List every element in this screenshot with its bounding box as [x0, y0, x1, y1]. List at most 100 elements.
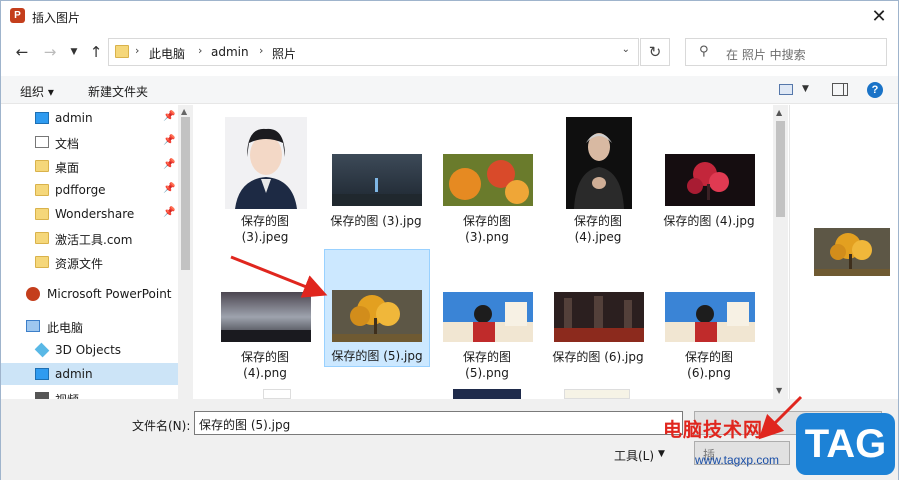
file-item-selected[interactable]: 保存的图 (5).jpg [324, 249, 430, 367]
pin-icon: 📌 [163, 111, 176, 122]
file-grid: 保存的图 (3).jpeg 保存的图 (3).jpg 保存的图 (3).png [193, 105, 773, 399]
sidebar-item-label: Microsoft PowerPoint [47, 287, 172, 301]
sidebar-item-powerpoint[interactable]: Microsoft PowerPoint [1, 283, 178, 305]
new-folder-button[interactable]: 新建文件夹 [88, 83, 148, 100]
recent-locations-chevron-icon[interactable]: ▼ [65, 43, 83, 61]
preview-pane-icon[interactable] [832, 83, 848, 96]
change-view-icon[interactable] [779, 84, 793, 95]
file-item[interactable]: 保存的图 (4).jpg [657, 113, 763, 231]
tools-chevron-icon[interactable]: ▼ [658, 449, 665, 459]
file-name-ext: (6).png [687, 366, 731, 380]
chevron-right-icon: › [135, 44, 140, 57]
file-name: 保存的图 [684, 350, 733, 364]
dialog-footer: 文件名(N): 保存的图 (5).jpg 工具(L) ▼ 插 [1, 399, 898, 480]
up-arrow-icon[interactable]: ↑ [87, 43, 105, 61]
sidebar-item-videos[interactable]: 视频 [1, 387, 178, 399]
sidebar-item-label: 此电脑 [47, 321, 84, 335]
watermark-site-name: 电脑技术网 [663, 419, 764, 441]
watermark-url: www.tagxp.com [695, 453, 780, 467]
image-thumbnail [665, 292, 755, 342]
file-name: 保存的图 [573, 214, 622, 228]
filename-field[interactable]: 保存的图 (5).jpg [194, 411, 683, 435]
sidebar-item-label: 3D Objects [55, 343, 122, 357]
tools-button[interactable]: 工具(L) [614, 447, 654, 464]
help-icon[interactable]: ? [867, 82, 883, 98]
file-name: 保存的图 (4).jpg [663, 214, 755, 228]
file-item[interactable]: 保存的图 (6).png [657, 249, 763, 380]
breadcrumb-item[interactable]: admin [211, 45, 249, 59]
file-name: 保存的图 (3).jpg [330, 214, 422, 228]
filename-label: 文件名(N): [132, 419, 191, 433]
insert-picture-dialog: P 插入图片 ✕ ← → ▼ ↑ › 此电脑 › admin › 照片 ⌄ ↻ … [0, 0, 899, 480]
file-name-ext: (5).png [465, 366, 509, 380]
chevron-right-icon: › [259, 44, 264, 57]
file-item[interactable]: 保存的图 (4).png [213, 249, 319, 380]
close-icon[interactable]: ✕ [868, 5, 890, 27]
partial-thumbnail[interactable] [453, 389, 521, 399]
file-item[interactable]: 保存的图 (6).jpg [546, 249, 652, 367]
desktop-icon [35, 368, 49, 380]
sidebar-item-this-pc[interactable]: 此电脑 [1, 315, 178, 337]
image-thumbnail [566, 117, 632, 209]
scrollbar-thumb[interactable] [776, 121, 785, 217]
file-name: 保存的图 (5).jpg [331, 349, 423, 363]
sidebar-item-documents[interactable]: 文档 📌 [1, 131, 178, 153]
sidebar-item-3d-objects[interactable]: 3D Objects [1, 339, 178, 361]
sidebar-item-pdfforge[interactable]: pdfforge 📌 [1, 179, 178, 201]
chevron-right-icon: › [198, 44, 203, 57]
scroll-up-icon[interactable]: ▲ [776, 108, 782, 117]
file-item[interactable]: 保存的图 (5).png [435, 249, 541, 380]
scrollbar-thumb[interactable] [181, 117, 190, 270]
image-thumbnail [225, 117, 307, 209]
view-options-chevron-icon[interactable]: ▼ [802, 84, 809, 94]
file-item[interactable]: 保存的图 (3).jpg [324, 113, 430, 231]
pin-icon: 📌 [163, 183, 176, 194]
sidebar-item-wondershare[interactable]: Wondershare 📌 [1, 203, 178, 225]
image-thumbnail [443, 292, 533, 342]
file-name: 保存的图 (6).jpg [552, 350, 644, 364]
sidebar-item-admin[interactable]: admin 📌 [1, 107, 178, 129]
file-item[interactable]: 保存的图 (4).jpeg [546, 113, 652, 244]
folder-icon [35, 232, 49, 244]
folder-icon [115, 45, 129, 58]
file-grid-scrollbar[interactable]: ▲ ▼ [773, 105, 788, 399]
search-box[interactable]: ⚲ 在 照片 中搜索 [685, 38, 887, 66]
folder-icon [35, 160, 49, 172]
sidebar-item-activation-tools[interactable]: 激活工具.com [1, 227, 178, 249]
file-name: 保存的图 [240, 214, 289, 228]
partial-thumbnail[interactable] [564, 389, 630, 399]
address-bar[interactable]: › 此电脑 › admin › 照片 ⌄ [108, 38, 639, 66]
pin-icon: 📌 [163, 207, 176, 218]
sidebar-item-desktop[interactable]: 桌面 📌 [1, 155, 178, 177]
pin-icon: 📌 [163, 159, 176, 170]
pin-icon: 📌 [163, 135, 176, 146]
image-thumbnail [332, 290, 422, 342]
file-name: 保存的图 [462, 350, 511, 364]
sidebar-item-admin-selected[interactable]: admin [1, 363, 178, 385]
organize-button[interactable]: 组织 ▾ [20, 83, 54, 100]
desktop-icon [35, 112, 49, 124]
file-item[interactable]: 保存的图 (3).jpeg [213, 113, 319, 244]
image-thumbnail [554, 292, 644, 342]
back-arrow-icon[interactable]: ← [13, 43, 31, 61]
partial-thumbnail[interactable] [263, 389, 291, 399]
file-name-ext: (3).jpeg [241, 230, 289, 244]
chevron-down-icon[interactable]: ⌄ [622, 44, 630, 55]
dialog-title: 插入图片 [32, 11, 81, 25]
forward-arrow-icon[interactable]: → [41, 43, 59, 61]
title-bar: P 插入图片 ✕ [1, 1, 898, 32]
sidebar-item-resources[interactable]: 资源文件 [1, 251, 178, 273]
file-item[interactable]: 保存的图 (3).png [435, 113, 541, 244]
sidebar-item-label: admin [55, 367, 93, 381]
breadcrumb-item[interactable]: 此电脑 [149, 45, 185, 62]
sidebar-item-label: 文档 [55, 137, 80, 151]
sidebar-scrollbar[interactable]: ▲ [178, 105, 193, 399]
preview-pane [789, 105, 898, 399]
sidebar-item-label: 视频 [55, 391, 79, 399]
scroll-up-icon[interactable]: ▲ [181, 107, 187, 116]
scroll-down-icon[interactable]: ▼ [776, 386, 782, 395]
breadcrumb-item[interactable]: 照片 [272, 45, 296, 62]
sidebar-item-label: pdfforge [55, 183, 106, 197]
sidebar-item-label: 桌面 [55, 161, 80, 175]
refresh-icon[interactable]: ↻ [640, 38, 670, 66]
